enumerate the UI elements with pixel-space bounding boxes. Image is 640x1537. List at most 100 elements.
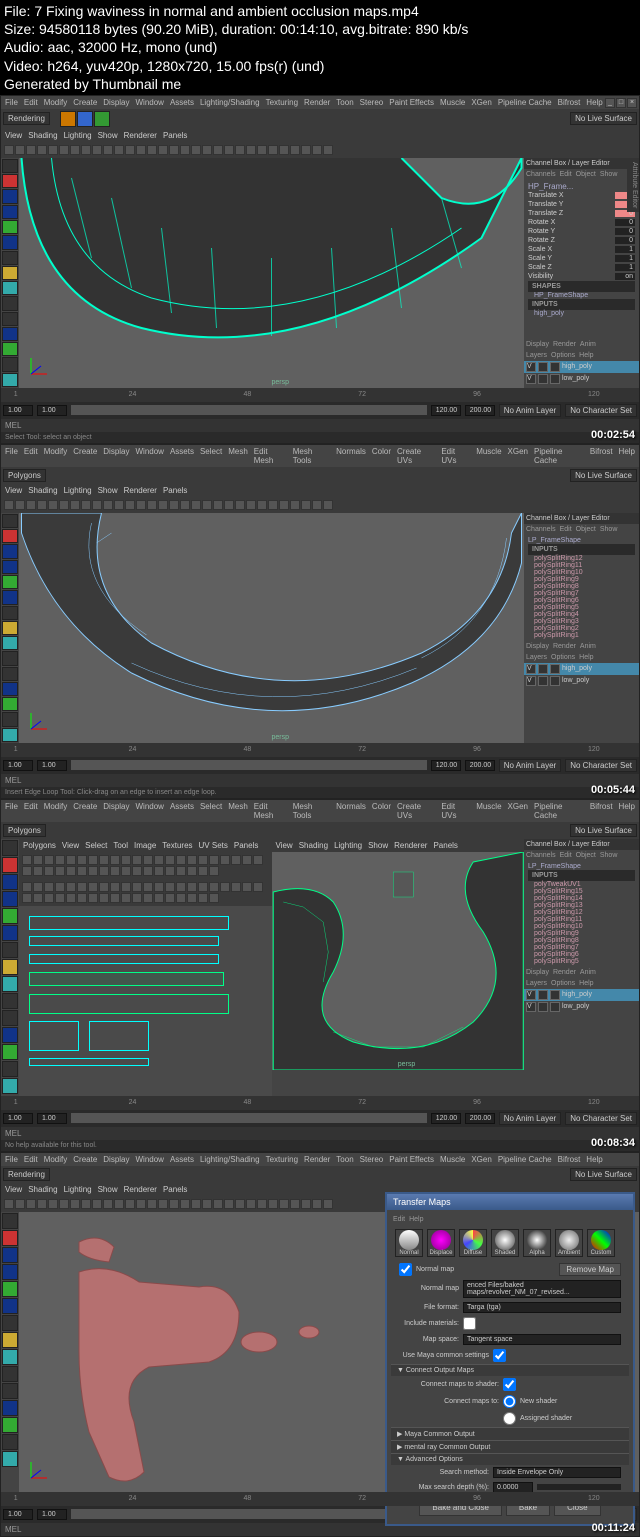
toolbar-icon[interactable] — [154, 855, 164, 865]
tool-icon[interactable] — [2, 590, 18, 604]
live-surface[interactable]: No Live Surface — [570, 469, 637, 482]
tool-icon[interactable] — [2, 1078, 18, 1094]
input-node[interactable]: polySplitRing13 — [528, 902, 635, 909]
menu-item[interactable]: Object — [576, 526, 596, 533]
toolbar-icon[interactable] — [15, 145, 25, 155]
toolbar-icon[interactable] — [257, 1199, 267, 1209]
toolbar-icon[interactable] — [187, 866, 197, 876]
range-end[interactable]: 120.00 — [431, 405, 461, 416]
toolbar-icon[interactable] — [301, 1199, 311, 1209]
menu-item[interactable]: Window — [136, 802, 164, 820]
toolbar-icon[interactable] — [209, 866, 219, 876]
workspace-dropdown[interactable]: Polygons — [3, 469, 46, 482]
menu-item[interactable]: Select — [85, 841, 107, 850]
tool-icon[interactable] — [2, 235, 18, 249]
toolbar-icon[interactable] — [22, 893, 32, 903]
menu-item[interactable]: File — [5, 1155, 18, 1164]
toolbar-icon[interactable] — [99, 893, 109, 903]
toolbar-icon[interactable] — [187, 893, 197, 903]
toolbar-icon[interactable] — [121, 882, 131, 892]
menu-item[interactable]: Layers — [526, 352, 547, 359]
toolbar-icon[interactable] — [246, 145, 256, 155]
menu-item[interactable]: Tool — [113, 841, 128, 850]
toolbar-icon[interactable] — [125, 500, 135, 510]
toolbar-icon[interactable] — [55, 855, 65, 865]
tool-icon[interactable] — [2, 1044, 18, 1060]
menu-item[interactable]: XGen — [508, 447, 528, 465]
menu-item[interactable]: Options — [551, 980, 575, 987]
toolbar-icon[interactable] — [323, 145, 333, 155]
input-node[interactable]: polySplitRing11 — [528, 916, 635, 923]
toolbar-icon[interactable] — [33, 893, 43, 903]
menu-item[interactable]: Pipeline Cache — [498, 1155, 552, 1164]
input-node[interactable]: polySplitRing9 — [528, 930, 635, 937]
menu-item[interactable]: Assets — [170, 447, 194, 465]
tool-icon[interactable] — [2, 942, 18, 958]
menu-item[interactable]: Window — [136, 447, 164, 465]
menu-item[interactable]: Pipeline Cache — [498, 98, 552, 107]
map-space-select[interactable]: Tangent space — [463, 1334, 621, 1345]
map-type-custom[interactable]: Custom — [587, 1229, 615, 1257]
viewport-2[interactable]: persp Channel Box / Layer Editor Channel… — [1, 513, 639, 743]
menu-item[interactable]: Create — [73, 447, 97, 465]
menu-item[interactable]: Select — [200, 802, 222, 820]
tool-icon[interactable] — [2, 728, 18, 742]
tool-icon[interactable] — [2, 514, 18, 528]
menu-item[interactable]: Edit Mesh — [254, 802, 287, 820]
tool-icon[interactable] — [2, 697, 18, 711]
toolbar-icon[interactable] — [165, 882, 175, 892]
map-type-diffuse[interactable]: Diffuse — [459, 1229, 487, 1257]
layer-row[interactable]: Vlow_poly — [524, 1001, 639, 1013]
tool-icon[interactable] — [2, 1010, 18, 1026]
tool-icon[interactable] — [2, 544, 18, 558]
menu-item[interactable]: Renderer — [394, 841, 427, 850]
toolbar-icon[interactable] — [180, 145, 190, 155]
map-type-alpha[interactable]: Alpha — [523, 1229, 551, 1257]
toolbar-icon[interactable] — [301, 145, 311, 155]
menu-item[interactable]: Help — [579, 654, 593, 661]
range-start[interactable]: 1.00 — [37, 405, 67, 416]
input-node[interactable]: polySplitRing7 — [528, 590, 635, 597]
input-node[interactable]: polySplitRing15 — [528, 888, 635, 895]
toolbar-icon[interactable] — [147, 145, 157, 155]
toolbar-icon[interactable] — [147, 500, 157, 510]
menu-item[interactable]: View — [62, 841, 79, 850]
input-node[interactable]: polySplitRing12 — [528, 555, 635, 562]
toolbar-icon[interactable] — [158, 500, 168, 510]
menu-item[interactable]: Render — [553, 969, 576, 976]
toolbar-icon[interactable] — [92, 1199, 102, 1209]
menu-item[interactable]: Bifrost — [558, 98, 581, 107]
tool-icon[interactable] — [2, 925, 18, 941]
menu-item[interactable]: Lighting/Shading — [200, 1155, 260, 1164]
toolbar-icon[interactable] — [209, 893, 219, 903]
tool-icon[interactable] — [2, 908, 18, 924]
time-slider[interactable]: 124487296120 — [1, 743, 639, 757]
tool-icon[interactable] — [2, 1383, 18, 1399]
tool-icon[interactable] — [2, 1247, 18, 1263]
toolbar-icon[interactable] — [235, 145, 245, 155]
toolbar-icon[interactable] — [22, 866, 32, 876]
tool-icon[interactable] — [2, 560, 18, 574]
menu-item[interactable]: Lighting — [334, 841, 362, 850]
toolbar-icon[interactable] — [191, 1199, 201, 1209]
tool-icon[interactable] — [2, 1451, 18, 1467]
menu-item[interactable]: Mesh Tools — [293, 802, 330, 820]
menu-item[interactable]: View — [5, 1185, 22, 1194]
toolbar-icon[interactable] — [125, 145, 135, 155]
tool-icon[interactable] — [2, 1366, 18, 1382]
toolbar-icon[interactable] — [165, 866, 175, 876]
live-surface[interactable]: No Live Surface — [570, 112, 637, 125]
3d-canvas[interactable]: persp — [19, 513, 524, 743]
menu-item[interactable]: Muscle — [476, 802, 501, 820]
input-node[interactable]: polySplitRing7 — [528, 944, 635, 951]
toolbar-icon[interactable] — [121, 866, 131, 876]
toolbar-icon[interactable] — [176, 882, 186, 892]
menu-item[interactable]: Stereo — [360, 98, 384, 107]
menu-item[interactable]: Lighting — [64, 1185, 92, 1194]
toolbar-icon[interactable] — [198, 893, 208, 903]
tool-icon[interactable] — [2, 840, 18, 856]
toolbar-icon[interactable] — [88, 866, 98, 876]
toolbar-icon[interactable] — [44, 866, 54, 876]
toolbar-icon[interactable] — [55, 882, 65, 892]
toolbar-icon[interactable] — [121, 855, 131, 865]
